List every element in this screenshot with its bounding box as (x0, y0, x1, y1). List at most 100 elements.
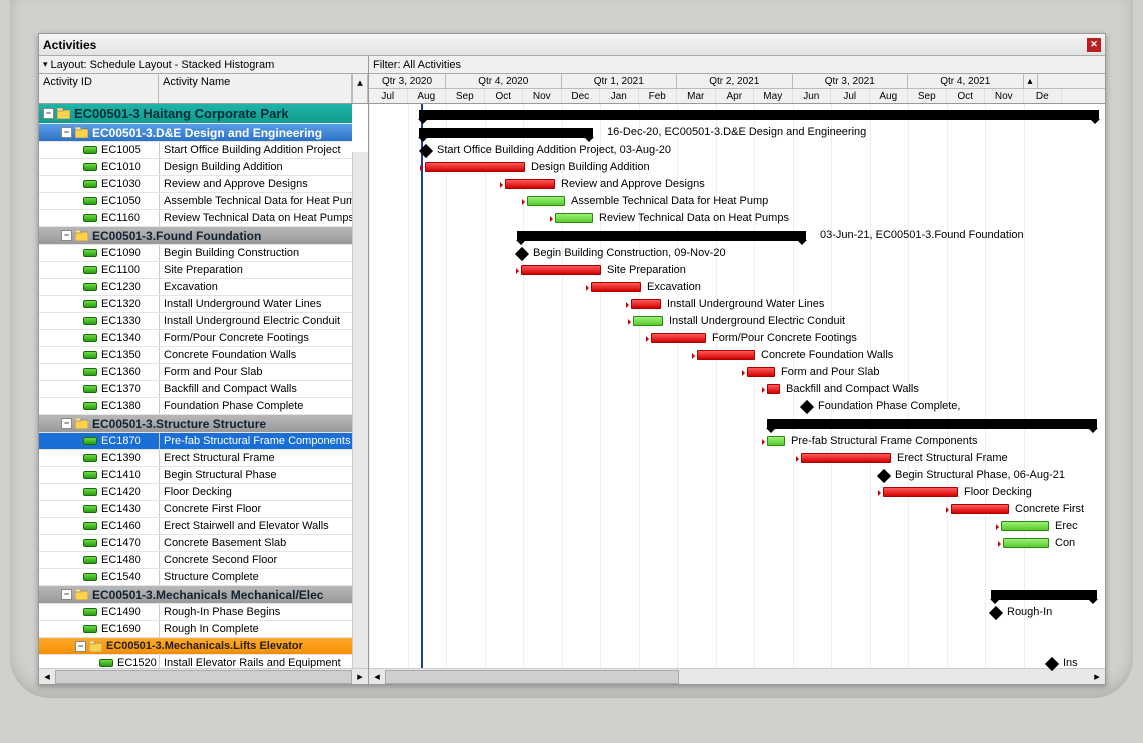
activity-icon (83, 180, 97, 188)
bar-label: Design Building Addition (531, 161, 650, 173)
activity-row[interactable]: EC1370Backfill and Compact Walls (39, 381, 352, 398)
summary-bar[interactable] (419, 128, 593, 138)
filter-row[interactable]: Filter: All Activities (369, 56, 1105, 74)
activity-bar[interactable] (801, 453, 891, 463)
scroll-up-button[interactable]: ▴ (352, 74, 368, 103)
scroll-right-icon[interactable]: ▸ (1089, 669, 1105, 685)
column-activity-id[interactable]: Activity ID (39, 74, 159, 103)
column-activity-name[interactable]: Activity Name (159, 74, 352, 103)
scroll-thumb[interactable] (55, 670, 352, 684)
activity-row[interactable]: EC1010Design Building Addition (39, 159, 352, 176)
collapse-icon[interactable]: − (43, 108, 54, 119)
activity-bar[interactable] (1003, 538, 1049, 548)
horizontal-scrollbar-gantt[interactable]: ◂ ▸ (369, 668, 1105, 684)
month-header: Jul (369, 89, 408, 103)
scroll-thumb[interactable] (385, 670, 679, 684)
activity-row[interactable]: EC1430Concrete First Floor (39, 501, 352, 518)
scroll-right-icon[interactable]: ▸ (352, 669, 368, 685)
layout-selector[interactable]: ▾ Layout: Schedule Layout - Stacked Hist… (39, 56, 368, 74)
activity-row[interactable]: EC1360Form and Pour Slab (39, 364, 352, 381)
horizontal-scrollbar-left[interactable]: ◂ ▸ (39, 668, 368, 684)
summary-bar[interactable] (991, 590, 1097, 600)
activity-bar[interactable] (697, 350, 755, 360)
activity-bar[interactable] (883, 487, 958, 497)
activity-row[interactable]: EC1540Structure Complete (39, 569, 352, 586)
summary-bar[interactable] (517, 231, 806, 241)
activity-row[interactable]: EC1330Install Underground Electric Condu… (39, 313, 352, 330)
summary-bar[interactable] (767, 419, 1097, 429)
activity-row[interactable]: EC1460Erect Stairwell and Elevator Walls (39, 518, 352, 535)
activity-row[interactable]: EC1230Excavation (39, 279, 352, 296)
wbs-row[interactable]: −EC00501-3.Mechanicals.Lifts Elevator (39, 638, 352, 655)
activity-bar[interactable] (651, 333, 706, 343)
activity-bar[interactable] (767, 384, 780, 394)
activity-row[interactable]: EC1870Pre-fab Structural Frame Component… (39, 433, 352, 450)
activity-row[interactable]: EC1410Begin Structural Phase (39, 467, 352, 484)
milestone-marker[interactable] (877, 469, 891, 483)
activity-icon (83, 539, 97, 547)
activity-bar[interactable] (633, 316, 663, 326)
activity-row[interactable]: EC1520Install Elevator Rails and Equipme… (39, 655, 352, 668)
month-header: May (754, 89, 793, 103)
activity-row[interactable]: EC1090Begin Building Construction (39, 245, 352, 262)
gantt-chart[interactable]: ◂ ▸ 16-Dec-20, EC00501-3.D&E Design and … (369, 104, 1105, 684)
bar-label: Erect Structural Frame (897, 452, 1008, 464)
activity-bar[interactable] (631, 299, 661, 309)
activity-row[interactable]: EC1340Form/Pour Concrete Footings (39, 330, 352, 347)
activity-bar[interactable] (555, 213, 593, 223)
activity-icon (83, 146, 97, 154)
activity-icon (83, 471, 97, 479)
activity-bar[interactable] (747, 367, 775, 377)
bar-label: 03-Jun-21, EC00501-3.Found Foundation (820, 229, 1024, 241)
month-header: Sep (908, 89, 947, 103)
bar-label: Pre-fab Structural Frame Components (791, 435, 977, 447)
activity-icon (83, 197, 97, 205)
scroll-right-indicator[interactable]: ▴ (1024, 74, 1038, 88)
quarter-header: Qtr 4, 2020 (446, 74, 562, 88)
bar-label: Backfill and Compact Walls (786, 383, 919, 395)
wbs-row[interactable]: −EC00501-3.D&E Design and Engineering (39, 124, 352, 142)
activity-row[interactable]: EC1030Review and Approve Designs (39, 176, 352, 193)
activity-bar[interactable] (951, 504, 1009, 514)
titlebar[interactable]: Activities ✕ (39, 34, 1105, 56)
collapse-icon[interactable]: − (61, 230, 72, 241)
activity-bar[interactable] (425, 162, 525, 172)
activity-row[interactable]: EC1005Start Office Building Addition Pro… (39, 142, 352, 159)
activity-row[interactable]: EC1490Rough-In Phase Begins (39, 604, 352, 621)
wbs-row[interactable]: −EC00501-3.Structure Structure (39, 415, 352, 433)
close-icon[interactable]: ✕ (1087, 38, 1101, 52)
data-date-line (421, 104, 423, 668)
vertical-scrollbar[interactable] (352, 152, 368, 668)
collapse-icon[interactable]: − (61, 589, 72, 600)
activity-icon (83, 454, 97, 462)
activity-row[interactable]: EC1050Assemble Technical Data for Heat P… (39, 193, 352, 210)
activity-row[interactable]: EC1160Review Technical Data on Heat Pump… (39, 210, 352, 227)
activity-row[interactable]: EC1100Site Preparation (39, 262, 352, 279)
activity-row[interactable]: EC1350Concrete Foundation Walls (39, 347, 352, 364)
collapse-icon[interactable]: − (61, 127, 72, 138)
activity-row[interactable]: EC1390Erect Structural Frame (39, 450, 352, 467)
scroll-left-icon[interactable]: ◂ (39, 669, 55, 685)
activity-bar[interactable] (767, 436, 785, 446)
activity-bar[interactable] (1001, 521, 1049, 531)
summary-bar[interactable] (419, 110, 1099, 120)
collapse-icon[interactable]: − (75, 641, 86, 652)
wbs-row[interactable]: −EC00501-3.Mechanicals Mechanical/Elec (39, 586, 352, 604)
activity-bar[interactable] (521, 265, 601, 275)
activity-bar[interactable] (505, 179, 555, 189)
wbs-row[interactable]: −EC00501-3 Haitang Corporate Park (39, 104, 352, 124)
activity-row[interactable]: EC1420Floor Decking (39, 484, 352, 501)
activity-row[interactable]: EC1480Concrete Second Floor (39, 552, 352, 569)
activity-bar[interactable] (527, 196, 565, 206)
activity-row[interactable]: EC1320Install Underground Water Lines (39, 296, 352, 313)
activity-icon (83, 437, 97, 445)
activity-row[interactable]: EC1380Foundation Phase Complete (39, 398, 352, 415)
scroll-left-icon[interactable]: ◂ (369, 669, 385, 685)
wbs-row[interactable]: −EC00501-3.Found Foundation (39, 227, 352, 245)
activity-row[interactable]: EC1690Rough In Complete (39, 621, 352, 638)
activity-icon (83, 266, 97, 274)
activity-row[interactable]: EC1470Concrete Basement Slab (39, 535, 352, 552)
activity-bar[interactable] (591, 282, 641, 292)
milestone-marker[interactable] (800, 400, 814, 414)
collapse-icon[interactable]: − (61, 418, 72, 429)
